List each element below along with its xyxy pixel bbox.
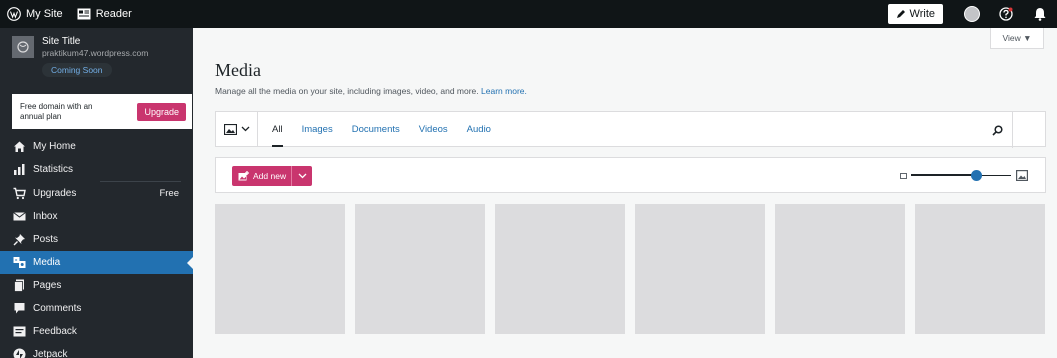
pin-icon	[13, 234, 25, 246]
notifications-button[interactable]	[1023, 0, 1057, 28]
tab-audio[interactable]: Audio	[467, 111, 491, 147]
help-icon	[999, 7, 1013, 21]
sidebar-item-label: Media	[33, 257, 61, 268]
add-new-dropdown[interactable]	[292, 173, 312, 179]
media-item[interactable]	[355, 204, 485, 334]
masterbar: My Site Reader Write	[0, 0, 1057, 28]
tab-images[interactable]: Images	[302, 111, 333, 147]
search-button[interactable]	[982, 112, 1012, 148]
sidebar-item-pages[interactable]: Pages	[0, 274, 193, 297]
large-image-icon	[1016, 170, 1028, 181]
media-item[interactable]	[915, 204, 1045, 334]
sidebar-item-label: Jetpack	[33, 349, 68, 358]
site-url: praktikum47.wordpress.com	[42, 48, 149, 58]
pen-icon	[896, 10, 905, 18]
sidebar-item-comments[interactable]: Comments	[0, 297, 193, 320]
sidebar: Site Title praktikum47.wordpress.com Com…	[0, 28, 193, 358]
media-icon	[13, 257, 26, 268]
reader-icon	[77, 8, 91, 20]
zoom-slider-handle[interactable]	[970, 170, 982, 181]
sidebar-item-upgrades[interactable]: Upgrades Free	[0, 182, 193, 205]
sidebar-nav: My Home Statistics Upgrades Free Inbox P…	[0, 135, 193, 358]
sidebar-item-my-home[interactable]: My Home	[0, 135, 193, 158]
site-icon	[12, 36, 34, 58]
sidebar-item-label: Feedback	[33, 326, 77, 337]
globe-icon	[17, 41, 29, 53]
write-label: Write	[909, 8, 935, 20]
status-badge: Coming Soon	[42, 63, 112, 77]
add-image-icon	[238, 171, 249, 181]
media-toolbar: Add new	[215, 157, 1046, 193]
mail-icon	[13, 212, 26, 221]
tab-videos[interactable]: Videos	[419, 111, 448, 147]
upgrade-button[interactable]: Upgrade	[137, 102, 186, 121]
search-icon	[991, 124, 1003, 136]
my-site-label: My Site	[26, 8, 63, 20]
zoom-slider-fill	[911, 174, 976, 176]
bell-icon	[1034, 8, 1046, 21]
chevron-down-icon	[241, 126, 250, 132]
reader-button[interactable]: Reader	[70, 0, 139, 28]
small-image-icon	[900, 173, 907, 179]
add-new-main[interactable]: Add new	[232, 166, 292, 186]
media-grid	[215, 204, 1045, 334]
help-button[interactable]	[989, 0, 1023, 28]
wordpress-icon	[7, 7, 21, 21]
upsell-text: Free domain with an annual plan	[20, 101, 93, 121]
sidebar-item-statistics[interactable]: Statistics	[0, 158, 193, 181]
sidebar-item-label: My Home	[33, 141, 76, 152]
site-title: Site Title	[42, 36, 81, 47]
add-new-label: Add new	[253, 171, 287, 181]
chevron-down-icon	[298, 173, 306, 179]
comment-icon	[14, 303, 25, 314]
sidebar-item-posts[interactable]: Posts	[0, 228, 193, 251]
feedback-icon	[13, 326, 26, 337]
sidebar-item-media[interactable]: Media	[0, 251, 193, 274]
add-new-button[interactable]: Add new	[232, 166, 312, 186]
sidebar-item-feedback[interactable]: Feedback	[0, 320, 193, 343]
divider	[1012, 112, 1013, 148]
image-icon	[224, 123, 237, 135]
media-filter-bar: All Images Documents Videos Audio	[215, 111, 1046, 148]
cart-icon	[13, 187, 26, 200]
page-title: Media	[215, 60, 261, 80]
upgrades-badge: Free	[159, 188, 179, 199]
media-type-select[interactable]	[216, 111, 258, 147]
sidebar-item-inbox[interactable]: Inbox	[0, 205, 193, 228]
sidebar-item-label: Inbox	[33, 211, 58, 222]
stats-icon	[14, 164, 25, 175]
media-item[interactable]	[775, 204, 905, 334]
page-subtitle-text: Manage all the media on your site, inclu…	[215, 86, 479, 96]
write-button[interactable]: Write	[887, 4, 943, 24]
masterbar-right: Write	[887, 0, 1057, 28]
home-icon	[14, 141, 25, 152]
tab-documents[interactable]: Documents	[352, 111, 400, 147]
view-button[interactable]: View ▼	[990, 28, 1044, 49]
reader-label: Reader	[95, 8, 132, 20]
page-subtitle: Manage all the media on your site, inclu…	[215, 86, 527, 96]
sidebar-item-label: Comments	[33, 303, 82, 314]
media-item[interactable]	[635, 204, 765, 334]
upsell-banner[interactable]: Free domain with an annual plan Upgrade	[12, 94, 192, 129]
media-item[interactable]	[215, 204, 345, 334]
site-card[interactable]: Site Title praktikum47.wordpress.com Com…	[0, 28, 193, 84]
jetpack-icon	[13, 348, 26, 358]
tab-all[interactable]: All	[272, 111, 283, 147]
media-item[interactable]	[495, 204, 625, 334]
pages-icon	[14, 279, 24, 292]
sidebar-item-jetpack[interactable]: Jetpack	[0, 343, 193, 358]
sidebar-item-label: Posts	[33, 234, 59, 245]
sidebar-item-label: Pages	[33, 280, 62, 291]
avatar	[964, 6, 980, 22]
sidebar-item-label: Upgrades	[33, 188, 77, 199]
my-site-button[interactable]: My Site	[0, 0, 70, 28]
learn-more-link[interactable]: Learn more.	[481, 86, 527, 96]
profile-button[interactable]	[955, 0, 989, 28]
sidebar-item-label: Statistics	[33, 164, 74, 175]
